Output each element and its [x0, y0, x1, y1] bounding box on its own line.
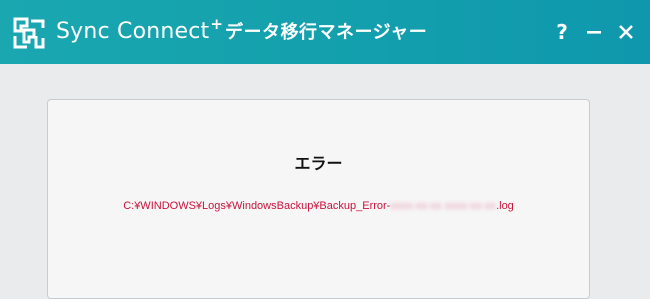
redacted-timestamp: xxxx-xx-xx xxxx-xx-xx: [390, 200, 497, 212]
app-brand: Sync Connect: [56, 19, 210, 44]
close-button[interactable]: [616, 20, 636, 44]
dialog-title: エラー: [294, 154, 343, 173]
minimize-icon: [587, 31, 601, 34]
app-subtitle: データ移行マネージャー: [224, 22, 428, 43]
error-log-path-suffix: .log: [496, 200, 514, 212]
close-icon: [619, 25, 633, 39]
error-dialog: エラー C:¥WINDOWS¥Logs¥WindowsBackup¥Backup…: [47, 99, 590, 299]
title-bar: Sync Connect+ データ移行マネージャー ?: [0, 0, 650, 64]
app-brand-plus: +: [210, 15, 223, 33]
help-button[interactable]: ?: [552, 20, 572, 44]
app-title: Sync Connect+ データ移行マネージャー: [56, 15, 428, 44]
error-log-path-prefix: C:¥WINDOWS¥Logs¥WindowsBackup¥Backup_Err…: [123, 200, 391, 212]
error-log-path: C:¥WINDOWS¥Logs¥WindowsBackup¥Backup_Err…: [48, 200, 589, 212]
sync-connect-logo-icon: [13, 17, 45, 49]
minimize-button[interactable]: [584, 20, 604, 44]
